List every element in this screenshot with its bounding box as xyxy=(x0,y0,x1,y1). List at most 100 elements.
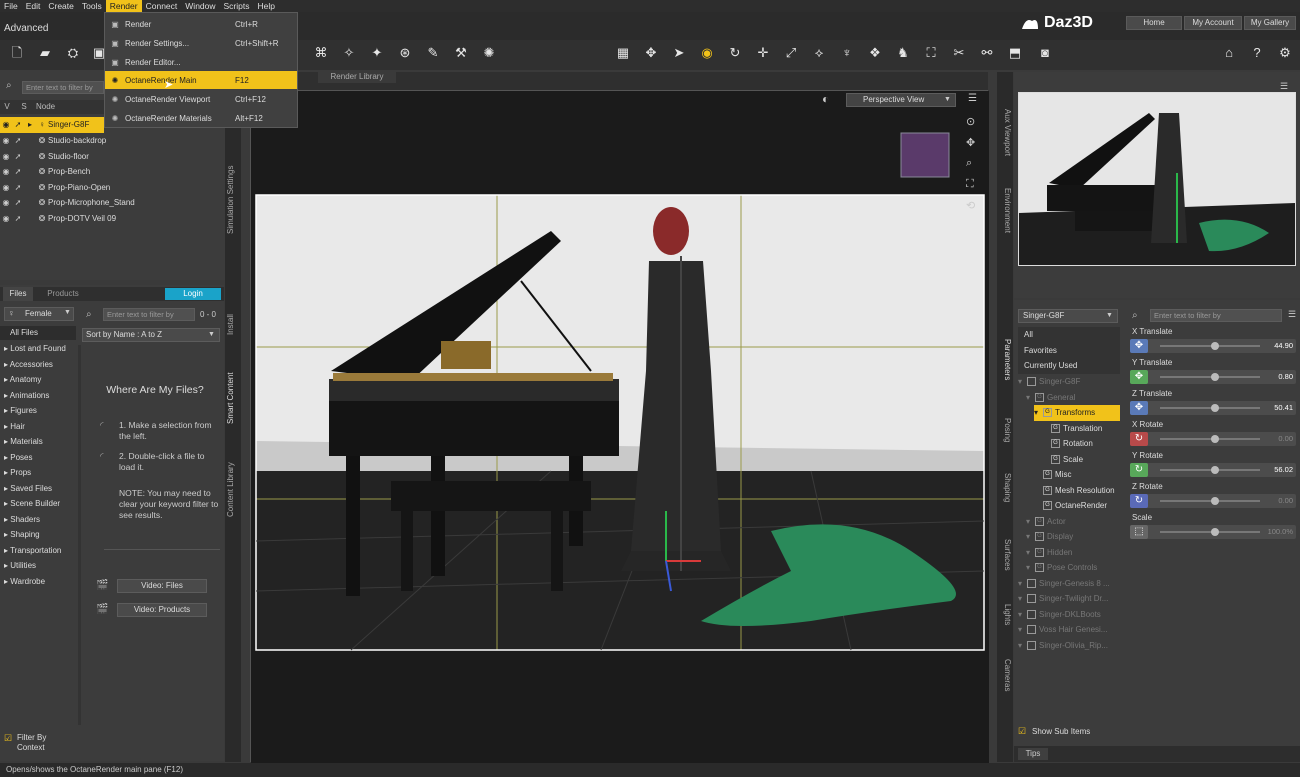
tab-shaping[interactable]: Shaping xyxy=(998,468,1012,508)
folder-item[interactable]: ▸ Transportation xyxy=(4,543,61,559)
tab-parameters[interactable]: Parameters xyxy=(998,330,1012,390)
param-search-input[interactable]: Enter text to filter by xyxy=(1150,309,1282,322)
expand-arrow-icon[interactable]: ▾ xyxy=(1026,514,1032,530)
menu-file[interactable]: File xyxy=(0,0,22,12)
viewport[interactable] xyxy=(250,90,989,763)
my-gallery-button[interactable]: My Gallery xyxy=(1244,16,1296,30)
view-sphere-icon[interactable]: ◐ xyxy=(822,92,829,106)
folder-item[interactable]: ▸ Accessories xyxy=(4,357,53,373)
menu-window[interactable]: Window xyxy=(181,0,219,12)
scene-search-input[interactable]: Enter text to filter by xyxy=(22,81,104,94)
param-value[interactable]: 0.00 xyxy=(1278,432,1293,446)
translate-tool-icon[interactable]: ✛ xyxy=(754,44,772,62)
expand-arrow-icon[interactable]: ▾ xyxy=(1026,390,1032,406)
pan-icon[interactable]: ✥ xyxy=(966,136,975,149)
rotate-tool-icon[interactable]: ↻ xyxy=(726,44,744,62)
eye-icon[interactable]: ◉ xyxy=(0,136,12,145)
slider-track[interactable] xyxy=(1160,345,1260,347)
slider-track[interactable] xyxy=(1160,469,1260,471)
param-value[interactable]: 56.02 xyxy=(1274,463,1293,477)
help-icon[interactable]: ? xyxy=(1248,44,1266,62)
tree-item[interactable]: ▾ G Actor xyxy=(1026,514,1120,530)
eye-icon[interactable]: ◉ xyxy=(0,167,12,176)
eye-icon[interactable]: ◉ xyxy=(0,120,12,129)
tree-item[interactable]: ▾ Singer-Twilight Dr... xyxy=(1018,591,1120,607)
login-button[interactable]: Login xyxy=(165,288,221,300)
scene-node-row[interactable]: ◉ ➚ ❂ Prop-Piano-Open xyxy=(0,180,222,196)
tool-3-icon[interactable]: ✦ xyxy=(368,44,386,62)
select-icon[interactable]: ➚ xyxy=(12,167,24,176)
param-value[interactable]: 44.90 xyxy=(1274,339,1293,353)
eye-icon[interactable]: ◉ xyxy=(0,214,12,223)
param-slider[interactable]: Y Rotate ↻ 56.02 xyxy=(1128,451,1298,482)
tab-smart-content[interactable]: Smart Content xyxy=(226,362,240,434)
tree-item[interactable]: ▾ Singer-DKLBoots xyxy=(1018,607,1120,623)
video-files-button[interactable]: Video: Files xyxy=(117,579,207,593)
tree-item[interactable]: G Scale xyxy=(1042,452,1120,468)
slider-knob[interactable] xyxy=(1211,497,1219,505)
open-scene-icon[interactable]: ▰ xyxy=(36,44,54,62)
param-value[interactable]: 50.41 xyxy=(1274,401,1293,415)
tab-environment[interactable]: Environment xyxy=(998,180,1012,240)
tool-2-icon[interactable]: ✧ xyxy=(340,44,358,62)
select-icon[interactable]: ➚ xyxy=(12,152,24,161)
param-slider[interactable]: Scale ⬚ 100.0% xyxy=(1128,513,1298,544)
tab-lights[interactable]: Lights xyxy=(998,600,1012,630)
content-splitter[interactable] xyxy=(78,345,81,725)
joint-tool-icon[interactable]: ⟡ xyxy=(810,44,828,62)
render-settings-tool-icon[interactable]: ⬒ xyxy=(1006,44,1024,62)
content-search-input[interactable]: Enter text to filter by xyxy=(103,308,195,321)
select-icon[interactable]: ➚ xyxy=(12,136,24,145)
param-value[interactable]: 100.0% xyxy=(1268,525,1293,539)
slider-track[interactable] xyxy=(1160,500,1260,502)
open-folder-icon[interactable]: ⛭ xyxy=(64,44,82,62)
tree-item[interactable]: ▾ Singer-G8F xyxy=(1018,374,1120,390)
menu-edit[interactable]: Edit xyxy=(22,0,45,12)
pointer-icon[interactable]: ➤ xyxy=(670,44,688,62)
tree-item[interactable]: G Translation xyxy=(1042,421,1120,437)
tree-item[interactable]: ▾ Singer-Olivia_Rip... xyxy=(1018,638,1120,654)
select-icon[interactable]: ➚ xyxy=(12,198,24,207)
folder-item[interactable]: ▸ Hair xyxy=(4,419,25,435)
tab-content-library[interactable]: Content Library xyxy=(226,450,240,530)
scene-node-row[interactable]: ◉ ➚ ❂ Studio-backdrop xyxy=(0,133,222,149)
home-button[interactable]: Home xyxy=(1126,16,1182,30)
param-bar[interactable]: ↻ 56.02 xyxy=(1130,463,1296,477)
select-icon[interactable]: ➚ xyxy=(12,214,24,223)
scene-node-row[interactable]: ◉ ➚ ❂ Prop-DOTV Veil 09 xyxy=(0,211,222,227)
expand-arrow-icon[interactable]: ▾ xyxy=(1018,576,1024,592)
tab-surfaces[interactable]: Surfaces xyxy=(998,530,1012,580)
param-bar[interactable]: ⬚ 100.0% xyxy=(1130,525,1296,539)
tree-item[interactable]: G OctaneRender xyxy=(1034,498,1120,514)
param-value[interactable]: 0.80 xyxy=(1278,370,1293,384)
tree-item[interactable]: G Mesh Resolution xyxy=(1034,483,1120,499)
menu-connect[interactable]: Connect xyxy=(142,0,182,12)
folder-item[interactable]: ▸ Wardrobe xyxy=(4,574,45,590)
param-menu-icon[interactable]: ☰ xyxy=(1288,309,1296,320)
expand-arrow-icon[interactable]: ▾ xyxy=(1018,622,1024,638)
reset-view-icon[interactable]: ⟲ xyxy=(966,199,975,212)
folder-item[interactable]: ▸ Figures xyxy=(4,403,37,419)
settings-icon[interactable]: ⚙ xyxy=(1276,44,1294,62)
slider-track[interactable] xyxy=(1160,376,1260,378)
tab-aux-viewport[interactable]: Aux Viewport xyxy=(998,102,1012,162)
select-icon[interactable]: ➚ xyxy=(12,183,24,192)
figure-tool-icon[interactable]: ♆ xyxy=(838,44,856,62)
folder-item[interactable]: ▸ Anatomy xyxy=(4,372,41,388)
param-bar[interactable]: ✥ 0.80 xyxy=(1130,370,1296,384)
universal-tool-icon[interactable]: ✥ xyxy=(642,44,660,62)
slider-knob[interactable] xyxy=(1211,373,1219,381)
param-slider[interactable]: X Rotate ↻ 0.00 xyxy=(1128,420,1298,451)
tool-4-icon[interactable]: ⊛ xyxy=(396,44,414,62)
slider-knob[interactable] xyxy=(1211,404,1219,412)
camera-tool-icon[interactable]: ⛶ xyxy=(922,44,940,62)
render-camera-icon[interactable]: ◙ xyxy=(1036,44,1054,62)
slider-knob[interactable] xyxy=(1211,466,1219,474)
new-scene-icon[interactable]: 🗋 xyxy=(8,44,26,62)
scene-node-row[interactable]: ◉ ➚ ❂ Studio-floor xyxy=(0,149,222,165)
aux-viewport[interactable] xyxy=(1018,92,1296,266)
expand-arrow-icon[interactable]: ▾ xyxy=(1018,374,1024,390)
tree-item[interactable]: G Rotation xyxy=(1042,436,1120,452)
expand-arrow-icon[interactable]: ▾ xyxy=(1018,591,1024,607)
tab-products[interactable]: Products xyxy=(38,287,88,301)
